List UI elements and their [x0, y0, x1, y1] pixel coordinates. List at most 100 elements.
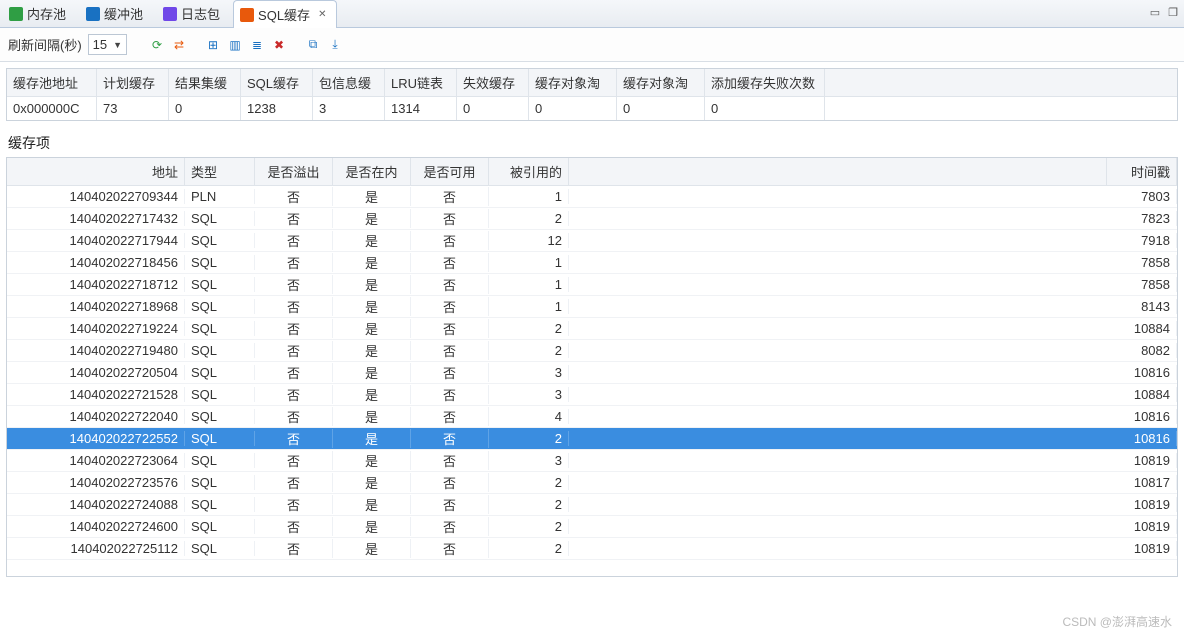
col-ts[interactable]: 时间戳: [1107, 158, 1177, 185]
cell-avail: 否: [411, 451, 489, 470]
tab-label: 缓冲池: [104, 4, 143, 23]
cell-type: SQL: [185, 365, 255, 380]
table-row[interactable]: 140402022721528SQL否是否310884: [7, 384, 1177, 406]
cell-addr: 140402022717432: [7, 211, 185, 226]
summary-cell: 3: [313, 97, 385, 120]
cell-ref: 1: [489, 255, 569, 270]
restore-icon[interactable]: ❐: [1168, 6, 1178, 19]
summary-cell: 0: [457, 97, 529, 120]
cell-type: PLN: [185, 189, 255, 204]
grid-icon[interactable]: ⊞: [205, 37, 221, 53]
cell-ts: 10884: [1107, 321, 1177, 336]
table-row[interactable]: 140402022719224SQL否是否210884: [7, 318, 1177, 340]
cell-addr: 140402022718968: [7, 299, 185, 314]
cell-overflow: 否: [255, 187, 333, 206]
grid-body[interactable]: 140402022709344PLN否是否1780314040202271743…: [7, 186, 1177, 577]
tab-日志包[interactable]: 日志包: [156, 0, 231, 27]
cell-ts: 10819: [1107, 453, 1177, 468]
cell-avail: 否: [411, 319, 489, 338]
table-row[interactable]: 140402022718712SQL否是否17858: [7, 274, 1177, 296]
refresh-interval-combo[interactable]: 15 ▼: [88, 34, 127, 55]
col-addr[interactable]: 地址: [7, 158, 185, 185]
summary-col[interactable]: 计划缓存: [97, 69, 169, 96]
table-row[interactable]: 140402022722040SQL否是否410816: [7, 406, 1177, 428]
table-row[interactable]: 140402022724600SQL否是否210819: [7, 516, 1177, 538]
cell-addr: 140402022709344: [7, 189, 185, 204]
col-inmem[interactable]: 是否在内: [333, 158, 411, 185]
table-row[interactable]: 140402022720504SQL否是否310816: [7, 362, 1177, 384]
cell-overflow: 否: [255, 429, 333, 448]
table-row[interactable]: 140402022719480SQL否是否28082: [7, 340, 1177, 362]
table-row[interactable]: 140402022725112SQL否是否210819: [7, 538, 1177, 560]
col-type[interactable]: 类型: [185, 158, 255, 185]
minimize-icon[interactable]: ▭: [1150, 6, 1160, 19]
table-row[interactable]: 140402022718968SQL否是否18143: [7, 296, 1177, 318]
cell-addr: 140402022723576: [7, 475, 185, 490]
summary-col[interactable]: 缓存池地址: [7, 69, 97, 96]
copy-icon[interactable]: ⧉: [305, 37, 321, 53]
window-controls: ▭ ❐: [1150, 6, 1178, 19]
col-avail[interactable]: 是否可用: [411, 158, 489, 185]
cell-overflow: 否: [255, 253, 333, 272]
table-icon[interactable]: ▥: [227, 37, 243, 53]
table-row[interactable]: 140402022717944SQL否是否127918: [7, 230, 1177, 252]
table-row[interactable]: 140402022723576SQL否是否210817: [7, 472, 1177, 494]
summary-col[interactable]: 缓存对象淘: [617, 69, 705, 96]
cell-avail: 否: [411, 517, 489, 536]
summary-row[interactable]: 0x000000C7301238313140000: [7, 97, 1177, 120]
table-row[interactable]: 140402022718456SQL否是否17858: [7, 252, 1177, 274]
cell-ts: 7823: [1107, 211, 1177, 226]
close-icon[interactable]: ✕: [318, 9, 326, 20]
cell-addr: 140402022717944: [7, 233, 185, 248]
cell-ref: 3: [489, 365, 569, 380]
cell-overflow: 否: [255, 539, 333, 558]
table-row[interactable]: 140402022723064SQL否是否310819: [7, 450, 1177, 472]
cell-ref: 2: [489, 541, 569, 556]
cell-inmem: 是: [333, 517, 411, 536]
table-row[interactable]: 140402022722552SQL否是否210816: [7, 428, 1177, 450]
col-overflow[interactable]: 是否溢出: [255, 158, 333, 185]
summary-col[interactable]: 包信息缓: [313, 69, 385, 96]
tab-缓冲池[interactable]: 缓冲池: [79, 0, 154, 27]
cell-type: SQL: [185, 343, 255, 358]
col-ref[interactable]: 被引用的: [489, 158, 569, 185]
cell-inmem: 是: [333, 385, 411, 404]
cell-inmem: 是: [333, 451, 411, 470]
cell-overflow: 否: [255, 231, 333, 250]
cell-avail: 否: [411, 429, 489, 448]
memory-icon: [9, 7, 23, 21]
summary-col[interactable]: LRU链表: [385, 69, 457, 96]
list-icon[interactable]: ≣: [249, 37, 265, 53]
cell-avail: 否: [411, 473, 489, 492]
cell-type: SQL: [185, 453, 255, 468]
cell-inmem: 是: [333, 253, 411, 272]
cell-avail: 否: [411, 209, 489, 228]
summary-col[interactable]: 失效缓存: [457, 69, 529, 96]
cell-addr: 140402022725112: [7, 541, 185, 556]
cell-ts: 10816: [1107, 409, 1177, 424]
cell-ref: 2: [489, 343, 569, 358]
table-row[interactable]: 140402022709344PLN否是否17803: [7, 186, 1177, 208]
cell-avail: 否: [411, 187, 489, 206]
cell-type: SQL: [185, 233, 255, 248]
table-row[interactable]: 140402022724088SQL否是否210819: [7, 494, 1177, 516]
cell-avail: 否: [411, 231, 489, 250]
summary-col[interactable]: 添加缓存失败次数: [705, 69, 825, 96]
summary-col[interactable]: 结果集缓: [169, 69, 241, 96]
sync-icon[interactable]: ⇄: [171, 37, 187, 53]
cell-addr: 140402022718456: [7, 255, 185, 270]
table-row[interactable]: 140402022717432SQL否是否27823: [7, 208, 1177, 230]
summary-col[interactable]: SQL缓存: [241, 69, 313, 96]
cell-ts: 7918: [1107, 233, 1177, 248]
cell-addr: 140402022719224: [7, 321, 185, 336]
cell-overflow: 否: [255, 385, 333, 404]
delete-icon[interactable]: ✖: [271, 37, 287, 53]
summary-cell: 1238: [241, 97, 313, 120]
refresh-icon[interactable]: ⟳: [149, 37, 165, 53]
cell-ref: 2: [489, 475, 569, 490]
cell-ref: 3: [489, 387, 569, 402]
tab-内存池[interactable]: 内存池: [2, 0, 77, 27]
summary-col[interactable]: 缓存对象淘: [529, 69, 617, 96]
export-icon[interactable]: ⤓: [327, 37, 343, 53]
tab-SQL缓存[interactable]: SQL缓存✕: [233, 0, 337, 28]
